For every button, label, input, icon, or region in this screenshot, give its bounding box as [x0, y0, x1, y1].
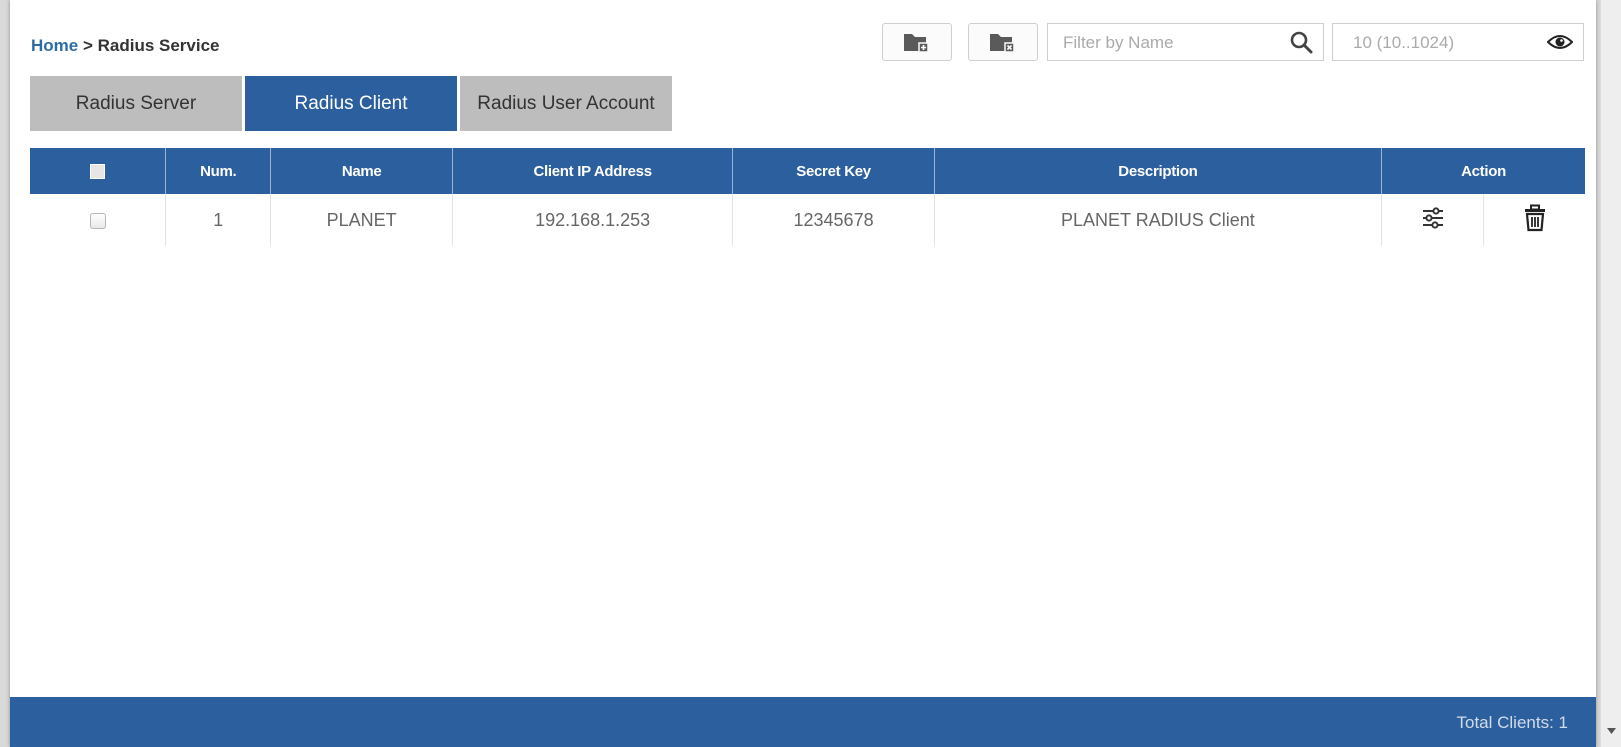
- tab-radius-user-account[interactable]: Radius User Account: [460, 76, 672, 131]
- tab-radius-server[interactable]: Radius Server: [30, 76, 242, 131]
- edit-action-cell: [1381, 194, 1485, 246]
- add-client-button[interactable]: [882, 23, 952, 61]
- column-header-name: Name: [270, 148, 453, 194]
- filter-box: [1047, 23, 1324, 62]
- trash-icon[interactable]: [1523, 204, 1547, 232]
- page-size-box: [1332, 23, 1584, 62]
- tab-radius-client[interactable]: Radius Client: [245, 76, 457, 131]
- radius-client-table: Num. Name Client IP Address Secret Key D…: [30, 148, 1585, 246]
- delete-client-button[interactable]: [968, 23, 1038, 61]
- table-header-row: Num. Name Client IP Address Secret Key D…: [30, 148, 1585, 194]
- column-header-description: Description: [934, 148, 1383, 194]
- column-header-client-ip: Client IP Address: [452, 148, 734, 194]
- scroll-down-arrow-icon[interactable]: [1607, 728, 1616, 734]
- search-icon[interactable]: [1289, 30, 1313, 54]
- table-row: 1 PLANET 192.168.1.253 12345678 PLANET R…: [30, 194, 1585, 246]
- cell-description: PLANET RADIUS Client: [934, 194, 1383, 246]
- column-header-secret-key: Secret Key: [732, 148, 935, 194]
- main-panel: Home > Radius Service Radius Server R: [10, 0, 1596, 747]
- breadcrumb: Home > Radius Service: [31, 36, 220, 56]
- cell-client-ip: 192.168.1.253: [452, 194, 734, 246]
- column-header-action: Action: [1381, 148, 1585, 194]
- total-clients-count: Total Clients: 1: [1456, 713, 1569, 732]
- breadcrumb-home-link[interactable]: Home: [31, 36, 78, 55]
- breadcrumb-separator: >: [78, 36, 98, 55]
- row-select-cell: [30, 194, 167, 246]
- cell-name: PLANET: [270, 194, 453, 246]
- table-footer: Total Clients: 1: [10, 697, 1596, 747]
- row-checkbox[interactable]: [89, 212, 106, 229]
- eye-icon[interactable]: [1547, 32, 1573, 52]
- page-scrollbar[interactable]: [1600, 0, 1621, 747]
- cell-secret-key: 12345678: [732, 194, 935, 246]
- page-size-input[interactable]: [1333, 24, 1545, 62]
- folder-delete-icon: [990, 34, 1015, 53]
- delete-action-cell: [1484, 194, 1585, 246]
- select-all-header: [30, 148, 167, 194]
- settings-sliders-icon[interactable]: [1420, 205, 1446, 231]
- select-all-checkbox[interactable]: [90, 164, 106, 180]
- breadcrumb-current: Radius Service: [97, 36, 220, 55]
- cell-num: 1: [165, 194, 272, 246]
- column-header-num: Num.: [165, 148, 272, 194]
- folder-add-icon: [904, 34, 929, 53]
- filter-name-input[interactable]: [1048, 24, 1305, 62]
